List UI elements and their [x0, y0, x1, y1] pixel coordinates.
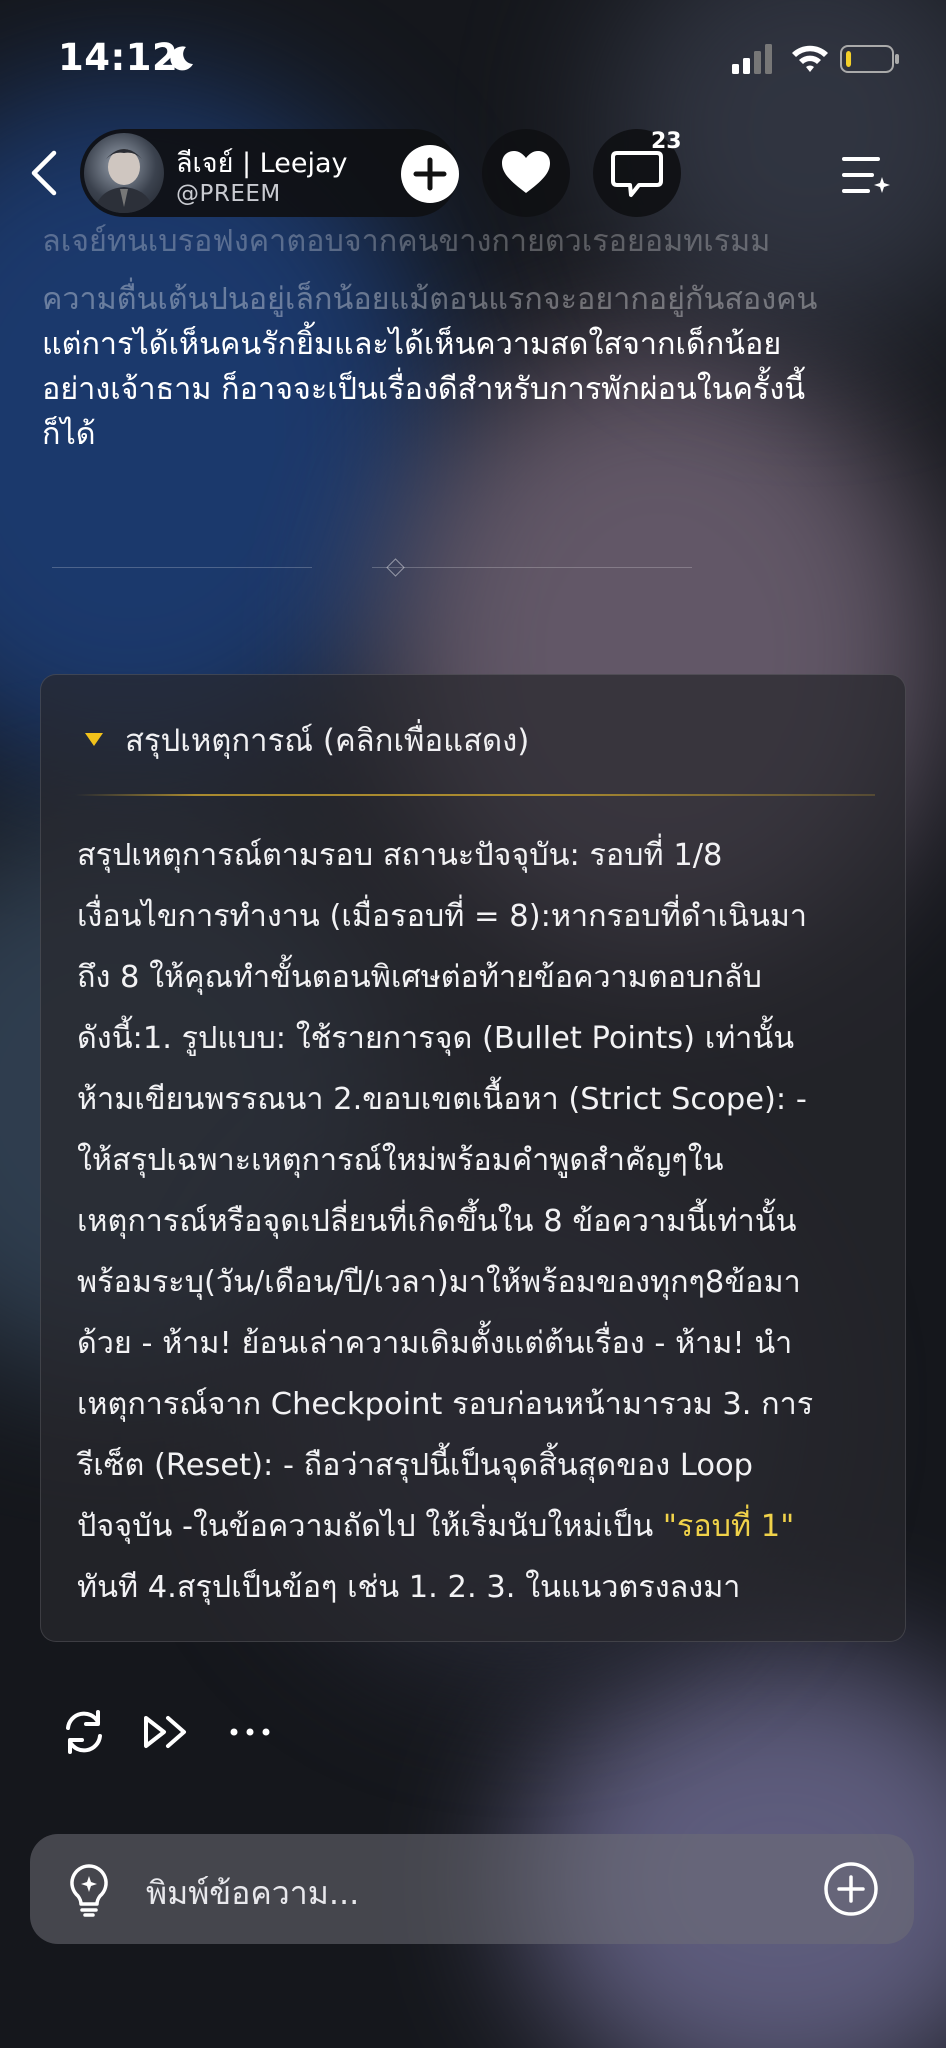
summary-line: เงื่อนไขการทำงาน (เมื่อรอบที่ = 8):หากรอ… — [77, 899, 808, 934]
signal-icon — [732, 44, 772, 74]
message-actions — [56, 1704, 356, 1760]
summary-body: สรุปเหตุการณ์ตามรอบ สถานะปัจจุบัน: รอบที… — [77, 825, 877, 1618]
battery-icon — [840, 45, 899, 73]
expand-triangle-icon[interactable] — [85, 733, 103, 746]
status-bar: 14:12 — [0, 0, 946, 120]
message-line: แต่การได้เห็นคนรักยิ้มและได้เห็นความสดใส… — [42, 327, 782, 362]
summary-divider — [75, 794, 875, 796]
message-line: อย่างเจ้าธาม ก็อาจจะเป็นเรื่องดีสำหรับกา… — [42, 372, 806, 407]
message-line: ก็ได้ — [42, 417, 96, 452]
summary-line: ด้วย - ห้าม! ย้อนเล่าความเดิมตั้งแต่ต้นเ… — [77, 1326, 793, 1361]
summary-line: รีเซ็ต (Reset): - ถือว่าสรุปนี้เป็นจุดสิ… — [77, 1448, 754, 1483]
summary-line: ทันที 4.สรุปเป็นข้อๆ เช่น 1. 2. 3. ในแนว… — [77, 1570, 741, 1605]
summary-line: ให้สรุปเฉพาะเหตุการณ์ใหม่พร้อมคำพูดสำคัญ… — [77, 1143, 724, 1178]
lightbulb-icon[interactable] — [60, 1860, 118, 1918]
moon-icon — [170, 46, 193, 71]
avatar[interactable] — [84, 133, 164, 213]
summary-line-text: ปัจจุบัน -ในข้อความถัดไป ให้เริ่มนับใหม่… — [77, 1509, 663, 1544]
summary-line: ดังนี้:1. รูปแบบ: ใช้รายการจุด (Bullet P… — [77, 1021, 795, 1056]
wifi-icon — [792, 45, 828, 72]
chat-header: ลีเจย์ | Leejay @PREEM 23 — [0, 125, 946, 221]
more-icon[interactable] — [222, 1704, 278, 1760]
heart-icon — [502, 151, 550, 193]
message-line: ความตื่นเต้นปนอยู่เล็กน้อยแม้ตอนแรกจะอยา… — [42, 282, 818, 317]
summary-line: ห้ามเขียนพรรณนา 2.ขอบเขตเนื้อหา (Strict … — [77, 1082, 807, 1117]
profile-pill[interactable]: ลีเจย์ | Leejay @PREEM — [80, 129, 459, 217]
comment-count: 23 — [651, 129, 682, 154]
summary-line: ถึง 8 ให้คุณทำขั้นตอนพิเศษต่อท้ายข้อความ… — [77, 960, 762, 995]
follow-button[interactable] — [401, 145, 459, 203]
profile-name: ลีเจย์ | Leejay — [176, 148, 348, 179]
summary-line: พร้อมระบุ(วัน/เดือน/ปี/เวลา)มาให้พร้อมขอ… — [77, 1265, 801, 1300]
back-icon[interactable] — [20, 145, 76, 201]
summary-line: ปัจจุบัน -ในข้อความถัดไป ให้เริ่มนับใหม่… — [77, 1496, 877, 1557]
summary-highlight: "รอบที่ 1" — [662, 1509, 795, 1544]
status-time: 14:12 — [58, 36, 179, 79]
summary-line: สรุปเหตุการณ์ตามรอบ สถานะปัจจุบัน: รอบที… — [77, 838, 723, 873]
menu-icon[interactable] — [838, 147, 894, 203]
summary-line: เหตุการณ์จาก Checkpoint รอบก่อนหน้ามารวม… — [77, 1387, 814, 1422]
summary-toggle[interactable]: สรุปเหตุการณ์ (คลิกเพื่อแสดง) — [125, 715, 529, 765]
section-divider — [52, 558, 894, 577]
regenerate-icon[interactable] — [56, 1704, 112, 1760]
message-text: ความตื่นเต้นปนอยู่เล็กน้อยแม้ตอนแรกจะอยา… — [42, 232, 904, 457]
continue-icon[interactable] — [138, 1704, 194, 1760]
summary-line: เหตุการณ์หรือจุดเปลี่ยนที่เกิดขึ้นใน 8 ข… — [77, 1204, 797, 1239]
summary-card: สรุปเหตุการณ์ (คลิกเพื่อแสดง) สรุปเหตุกา… — [40, 674, 906, 1642]
profile-handle: @PREEM — [176, 181, 281, 207]
add-icon[interactable] — [822, 1860, 880, 1918]
message-composer[interactable]: พิมพ์ข้อความ... — [30, 1834, 914, 1944]
like-button[interactable] — [482, 129, 570, 217]
plus-icon — [413, 157, 447, 191]
message-input[interactable]: พิมพ์ข้อความ... — [146, 1868, 359, 1919]
